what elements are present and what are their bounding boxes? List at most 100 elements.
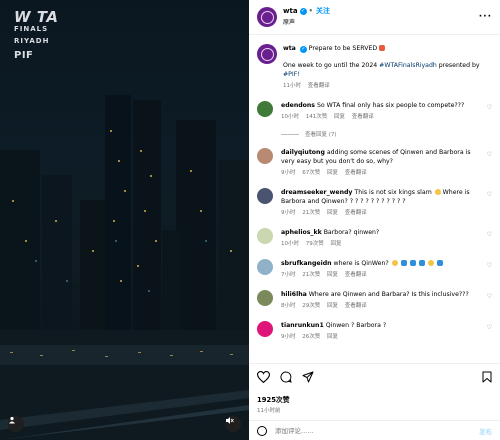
comment-likes[interactable]: 21次赞: [302, 272, 320, 278]
like-comment-heart-icon[interactable]: ♡: [487, 231, 492, 238]
caption-text: Prepare to be SERVED: [308, 45, 378, 52]
see-translation-button[interactable]: 查看翻译: [345, 210, 367, 216]
comment-likes[interactable]: 141次赞: [306, 114, 328, 120]
bookmark-icon[interactable]: [482, 371, 492, 383]
avatar[interactable]: [257, 228, 273, 244]
comment-icon[interactable]: [280, 371, 292, 383]
comments-list[interactable]: wta ✓ Prepare to be SERVED One week to g…: [249, 36, 500, 363]
comment-username[interactable]: sbrufkangeidn: [281, 260, 332, 267]
reply-button[interactable]: 回复: [327, 170, 338, 176]
view-replies-label: 查看回复 (7): [305, 132, 337, 138]
see-translation-button[interactable]: 查看翻译: [352, 114, 374, 120]
reply-button[interactable]: 回复: [327, 210, 338, 216]
add-comment-bar: 发布: [249, 420, 500, 440]
comment-item: aphelios_kk Barbora? qinwen? 10小时 79次赞 回…: [257, 228, 492, 249]
fire-emoji-icon: [379, 45, 386, 51]
reply-button[interactable]: 回复: [331, 241, 342, 247]
view-replies-button[interactable]: 查看回复 (7): [281, 130, 492, 138]
comment-text: Barbora? qinwen?: [323, 229, 380, 236]
caption-username[interactable]: wta: [283, 45, 296, 52]
speaker-muted-icon: [226, 417, 234, 424]
avatar[interactable]: [257, 321, 273, 337]
comment-time: 9小时: [281, 170, 296, 176]
avatar[interactable]: [257, 259, 273, 275]
logo-text: W TA: [14, 8, 59, 26]
see-translation-button[interactable]: 查看翻译: [308, 83, 330, 89]
comment-text: Qinwen ? Barbora ?: [325, 322, 387, 329]
verified-icon: ✓: [299, 46, 307, 53]
emoji-icon: [434, 189, 441, 195]
comment-text: Where are Qinwen and Barbara? Is this in…: [308, 291, 469, 298]
avatar[interactable]: [257, 101, 273, 117]
like-comment-heart-icon[interactable]: ♡: [487, 293, 492, 300]
like-comment-heart-icon[interactable]: ♡: [487, 191, 492, 198]
hashtag-link[interactable]: #PIF!: [283, 71, 300, 78]
comment-item: edendons So WTA final only has six peopl…: [257, 101, 492, 122]
follow-button[interactable]: 关注: [316, 6, 330, 17]
username[interactable]: wta: [283, 6, 298, 17]
caption-text: One week to go until the 2024: [283, 62, 378, 69]
emoji-icon: [400, 260, 407, 266]
comment-item: dailyqiutong adding some scenes of Qinwe…: [257, 148, 492, 178]
comment-time: 9小时: [281, 210, 296, 216]
comment-time: 8小时: [281, 303, 296, 309]
avatar[interactable]: [257, 44, 277, 64]
post-panel: wta ✓ • 关注 原声 ··· wta ✓ Prepare to be SE…: [249, 0, 500, 440]
comment-item: sbrufkangeidn where is QinWen? 7小时 21次赞 …: [257, 259, 492, 280]
hashtag-link[interactable]: #WTAFinalsRiyadh: [379, 62, 437, 69]
emoji-icon: [418, 260, 425, 266]
logo-text: PIF: [14, 50, 34, 61]
avatar[interactable]: [257, 188, 273, 204]
verified-icon: ✓: [299, 8, 307, 15]
comment-time: 7小时: [281, 272, 296, 278]
avatar[interactable]: [257, 148, 273, 164]
avatar[interactable]: [257, 290, 273, 306]
audio-label[interactable]: 原声: [283, 17, 330, 28]
comment-text: where is QinWen?: [333, 260, 389, 267]
likes-count[interactable]: 1925次赞: [257, 394, 492, 404]
like-heart-icon[interactable]: [257, 371, 270, 383]
like-comment-heart-icon[interactable]: ♡: [487, 104, 492, 111]
like-comment-heart-icon[interactable]: ♡: [487, 262, 492, 269]
comment-time: 9小时: [281, 334, 296, 340]
emoji-picker-icon[interactable]: [257, 425, 267, 436]
see-translation-button[interactable]: 查看翻译: [345, 303, 367, 309]
comment-username[interactable]: edendons: [281, 102, 315, 109]
comment-text: So WTA final only has six people to comp…: [316, 102, 465, 109]
post-comment-button[interactable]: 发布: [479, 426, 492, 436]
like-comment-heart-icon[interactable]: ♡: [487, 151, 492, 158]
reply-button[interactable]: 回复: [334, 114, 345, 120]
comment-item: tianrunkun1 Qinwen ? Barbora ? 9小时 26次赞 …: [257, 321, 492, 342]
comment-likes[interactable]: 26次赞: [302, 334, 320, 340]
mute-button[interactable]: [225, 416, 241, 432]
reply-button[interactable]: 回复: [327, 334, 338, 340]
post-media[interactable]: W TA FINALS RIYADH PIF: [0, 0, 249, 440]
more-options-icon[interactable]: ···: [479, 12, 492, 22]
see-translation-button[interactable]: 查看翻译: [345, 272, 367, 278]
city-night-scene: [0, 95, 249, 440]
post-caption: wta ✓ Prepare to be SERVED One week to g…: [257, 36, 492, 91]
emoji-icon: [427, 260, 434, 266]
wta-finals-logo: W TA FINALS RIYADH PIF: [14, 8, 59, 62]
see-translation-button[interactable]: 查看翻译: [345, 170, 367, 176]
comment-likes[interactable]: 67次赞: [302, 170, 320, 176]
comment-item: hili6lha Where are Qinwen and Barbara? I…: [257, 290, 492, 311]
comment-username[interactable]: aphelios_kk: [281, 229, 322, 236]
comment-username[interactable]: tianrunkun1: [281, 322, 324, 329]
comment-username[interactable]: dailyqiutong: [281, 149, 325, 156]
tagged-user-icon[interactable]: [8, 416, 24, 432]
comment-input[interactable]: [275, 426, 479, 435]
comment-likes[interactable]: 29次赞: [302, 303, 320, 309]
comment-time: 10小时: [281, 241, 299, 247]
like-comment-heart-icon[interactable]: ♡: [487, 324, 492, 331]
comment-likes[interactable]: 79次赞: [306, 241, 324, 247]
comment-username[interactable]: hili6lha: [281, 291, 307, 298]
share-icon[interactable]: [302, 371, 314, 383]
reply-button[interactable]: 回复: [327, 272, 338, 278]
comment-time: 10小时: [281, 114, 299, 120]
reply-button[interactable]: 回复: [327, 303, 338, 309]
comment-likes[interactable]: 21次赞: [302, 210, 320, 216]
avatar[interactable]: [257, 7, 277, 27]
person-icon: [9, 416, 15, 424]
comment-username[interactable]: dreamseeker_wendy: [281, 189, 352, 196]
